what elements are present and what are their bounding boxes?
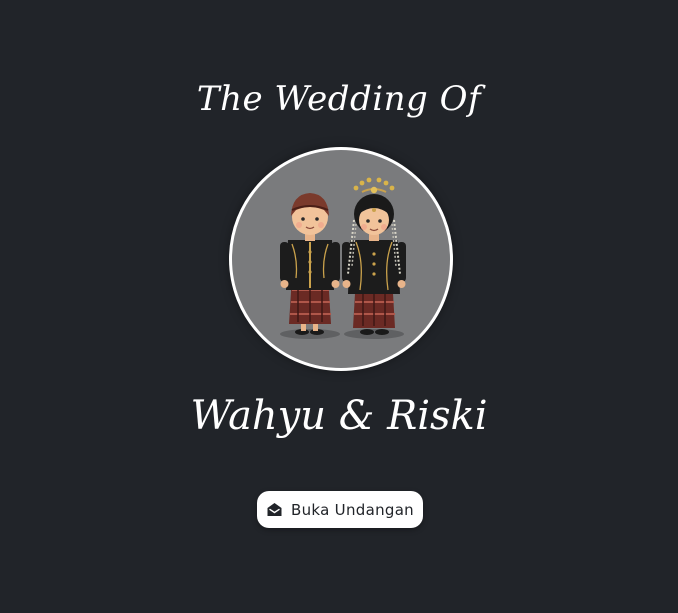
bride-figure [342, 177, 406, 335]
cover-section: The Wedding Of Wahyu & Riski Buka Undang… [0, 0, 678, 613]
open-invitation-label: Buka Undangan [290, 500, 414, 519]
open-invitation-button[interactable]: Buka Undangan [257, 491, 423, 528]
wedding-title: The Wedding Of [196, 79, 482, 119]
groom-figure [280, 193, 340, 335]
couple-photo [229, 147, 453, 371]
envelope-open-icon [266, 501, 283, 518]
couple-names: Wahyu & Riski [190, 393, 488, 439]
couple-illustration [280, 177, 406, 339]
